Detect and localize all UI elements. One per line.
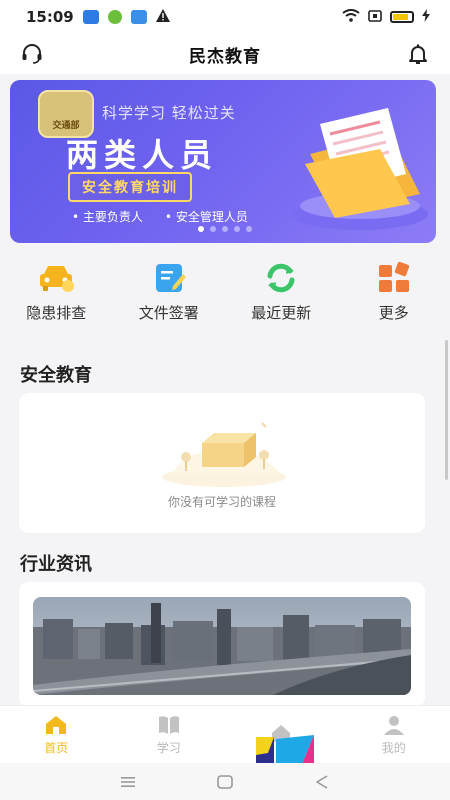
promo-banner[interactable]: 交通部 科学学习 轻松过关 两类人员 安全教育培训 主要负责人 安全管理人员 <box>10 80 436 243</box>
app-notification-icon <box>82 10 99 24</box>
document-folder-illustration <box>292 108 428 230</box>
city-highway-photo[interactable] <box>33 597 411 695</box>
charging-icon <box>422 8 430 26</box>
page-title: 民杰教育 <box>189 46 261 67</box>
status-time: 15:09 <box>26 8 74 26</box>
home-icon <box>46 715 67 734</box>
book-icon <box>158 715 179 734</box>
system-navigation-bar <box>0 763 450 800</box>
banner-headline: 两类人员 <box>66 136 219 174</box>
refresh-icon <box>267 263 295 293</box>
battery-icon <box>390 11 414 23</box>
back-icon[interactable] <box>312 773 332 791</box>
warning-icon <box>155 8 170 26</box>
quick-more[interactable]: 更多 <box>344 262 444 332</box>
banner-bullet: 安全管理人员 <box>165 208 248 225</box>
pager-dot[interactable] <box>198 226 204 232</box>
wechat-notification-icon <box>107 10 122 24</box>
banner-pill: 安全教育培训 <box>68 172 192 202</box>
message-notification-icon <box>130 10 147 24</box>
bottom-tab-bar: 首页 学习 我的 <box>0 705 450 763</box>
quick-recent-updates[interactable]: 最近更新 <box>231 262 331 332</box>
user-icon <box>383 715 404 735</box>
grid-more-icon <box>378 262 409 292</box>
empty-box-illustration <box>162 422 286 487</box>
pager-dot[interactable] <box>210 226 216 232</box>
quick-hazard-inspection[interactable]: 隐患排查 <box>6 262 106 332</box>
car-hazard-icon <box>40 266 75 292</box>
tab-home[interactable]: 首页 <box>11 714 101 756</box>
banner-pager <box>198 226 252 232</box>
pager-dot[interactable] <box>234 226 240 232</box>
app-header: 民杰教育 <box>0 34 450 74</box>
quick-menu-label: 隐患排查 <box>26 304 87 322</box>
notification-bell-icon[interactable] <box>406 42 430 66</box>
quick-document-sign[interactable]: 文件签署 <box>119 262 219 332</box>
sim-icon <box>368 8 382 26</box>
quick-menu-label: 更多 <box>378 304 409 322</box>
tab-study[interactable]: 学习 <box>124 714 214 756</box>
pager-dot[interactable] <box>222 226 228 232</box>
tab-label: 首页 <box>44 740 69 755</box>
safety-education-card: 你没有可学习的课程 <box>19 393 425 533</box>
safety-education-title: 安全教育 <box>20 365 92 386</box>
menu-icon[interactable] <box>118 773 138 791</box>
customer-service-icon[interactable] <box>20 42 44 66</box>
scrollbar[interactable] <box>445 340 448 480</box>
empty-course-text: 你没有可学习的课程 <box>167 495 276 509</box>
banner-tagline: 科学学习 轻松过关 <box>102 104 236 122</box>
tab-label: 我的 <box>381 740 406 755</box>
home-button-icon[interactable] <box>215 773 235 791</box>
quick-menu-label: 最近更新 <box>251 304 312 322</box>
status-bar: 15:09 <box>0 0 450 34</box>
tab-mine[interactable]: 我的 <box>349 714 439 756</box>
pager-dot[interactable] <box>246 226 252 232</box>
industry-news-card[interactable] <box>19 582 425 707</box>
status-left: 15:09 <box>26 8 170 26</box>
tab-label: 学习 <box>156 740 181 755</box>
banner-bullets: 主要负责人 安全管理人员 <box>72 208 248 225</box>
wifi-icon <box>342 8 360 26</box>
banner-bullet: 主要负责人 <box>72 208 143 225</box>
quick-menu-label: 文件签署 <box>138 304 199 322</box>
industry-news-title: 行业资讯 <box>20 554 92 575</box>
document-sign-icon <box>155 264 186 292</box>
status-right <box>342 8 430 26</box>
quick-menu: 隐患排查 文件签署 最近更新 更多 <box>0 262 450 332</box>
